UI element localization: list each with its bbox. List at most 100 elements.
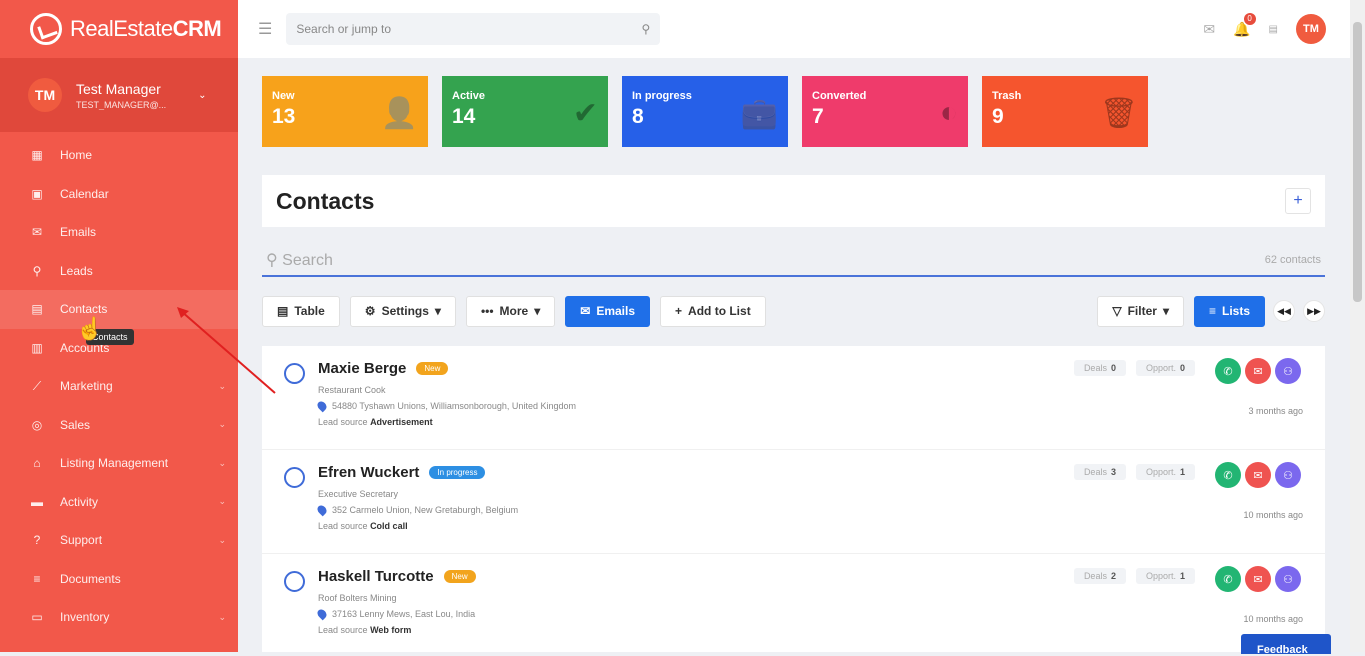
mail-icon[interactable]: ✉ [1203, 21, 1215, 38]
contacts-search-input[interactable]: ⚲ Search 62 contacts [262, 244, 1325, 277]
chevron-down-icon: ⌄ [218, 496, 226, 507]
email-icon[interactable]: ✉ [1245, 358, 1271, 384]
monitor-icon: ▭ [31, 610, 43, 625]
lead-source-value: Web form [370, 625, 412, 635]
select-checkbox[interactable] [284, 363, 305, 384]
stats-row: New 13 👤 Active 14 ✔ In progress 8 💼 Converted 7 ◐ T… [262, 76, 1148, 147]
timestamp: 3 months ago [1248, 406, 1303, 416]
caret-down-icon: ▾ [534, 304, 541, 318]
logo-icon [30, 13, 62, 45]
email-icon[interactable]: ✉ [1245, 566, 1271, 592]
lead-source-label: Lead source [318, 417, 368, 427]
chevron-down-icon: ⌄ [218, 457, 226, 468]
chevron-down-icon: ⌄ [218, 419, 226, 430]
global-search-input[interactable]: Search or jump to ⚲ [286, 13, 661, 45]
sidebar-item-listing-management[interactable]: ⌂ Listing Management ⌄ [0, 444, 238, 483]
sidebar-item-leads[interactable]: ⚲ Leads [0, 252, 238, 291]
email-icon[interactable]: ✉ [1245, 462, 1271, 488]
opportunities-chip[interactable]: Opport. 1 [1135, 568, 1195, 584]
add-person-icon[interactable]: ⚇ [1275, 566, 1301, 592]
lead-source-label: Lead source [318, 521, 368, 531]
list-icon: ≡ [33, 571, 41, 586]
building-icon: ▥ [31, 340, 43, 355]
gear-icon: ⚙ [364, 304, 376, 318]
select-checkbox[interactable] [284, 571, 305, 592]
sidebar-item-label: Activity [60, 494, 99, 509]
select-checkbox[interactable] [284, 467, 305, 488]
contact-name[interactable]: Efren Wuckert [318, 464, 419, 481]
bell-icon[interactable]: 🔔 0 [1233, 12, 1256, 38]
deals-chip[interactable]: Deals 3 [1073, 464, 1126, 480]
contact-row[interactable]: Efren Wuckert In progress Executive Secre… [262, 450, 1325, 554]
contacts-count: 62 contacts [1264, 253, 1321, 266]
phone-icon[interactable]: ✆ [1215, 462, 1241, 488]
app-logo[interactable]: RealEstateCRM [0, 0, 238, 58]
half-circle-icon: ◐ [939, 96, 958, 129]
lead-source-value: Cold call [370, 521, 408, 531]
stat-card-active[interactable]: Active 14 ✔ [442, 76, 608, 147]
plus-icon: + [675, 304, 683, 318]
lists-button[interactable]: ≡ Lists [1193, 295, 1265, 327]
phone-icon[interactable]: ✆ [1215, 566, 1241, 592]
add-person-icon[interactable]: ⚇ [1275, 462, 1301, 488]
sidebar-item-label: Sales [60, 417, 91, 432]
add-person-icon[interactable]: ⚇ [1275, 358, 1301, 384]
calendar-icon: ▣ [31, 186, 43, 201]
settings-button[interactable]: ⚙ Settings ▾ [349, 295, 456, 327]
contact-address: 352 Carmelo Union, New Gretaburgh, Belgi… [332, 505, 519, 515]
menu-icon[interactable]: ☰ [258, 19, 272, 39]
sidebar-item-emails[interactable]: ✉ Emails [0, 213, 238, 252]
add-contact-button[interactable]: + [1285, 188, 1311, 214]
contact-row[interactable]: Haskell Turcotte New Roof Bolters Mining … [262, 554, 1325, 652]
person-icon: 👤 [380, 97, 418, 130]
location-pin-icon [315, 607, 329, 621]
sidebar-item-home[interactable]: ▦ Home [0, 136, 238, 175]
contact-name[interactable]: Haskell Turcotte [318, 568, 434, 585]
opportunities-chip[interactable]: Opport. 1 [1135, 464, 1195, 480]
feedback-button[interactable]: Feedback [1241, 634, 1331, 656]
sidebar-item-inventory[interactable]: ▭ Inventory ⌄ [0, 598, 238, 637]
sidebar-item-sales[interactable]: ◎ Sales ⌄ [0, 406, 238, 445]
emails-button[interactable]: ✉ Emails [565, 295, 651, 327]
fast-forward-icon[interactable]: ▶▶ [1303, 300, 1325, 322]
opportunities-chip[interactable]: Opport. 0 [1135, 360, 1195, 376]
mail-icon: ✉ [31, 225, 43, 240]
search-icon: ⚲ [641, 22, 651, 36]
sidebar-item-activity[interactable]: ▬ Activity ⌄ [0, 483, 238, 522]
contacts-header: Contacts + [262, 175, 1325, 227]
chevron-down-icon[interactable]: ⌄ [198, 90, 206, 101]
stat-card-trash[interactable]: Trash 9 🗑 [982, 76, 1148, 147]
sidebar-item-documents[interactable]: ≡ Documents [0, 560, 238, 599]
sidebar-item-label: Home [60, 148, 93, 163]
stat-card-in-progress[interactable]: In progress 8 💼 [622, 76, 788, 147]
rewind-icon[interactable]: ◀◀ [1273, 300, 1295, 322]
scrollbar[interactable] [1350, 0, 1365, 652]
deals-chip[interactable]: Deals 0 [1073, 360, 1126, 376]
sidebar-item-calendar[interactable]: ▣ Calendar [0, 175, 238, 214]
contacts-search-placeholder: Search [282, 251, 333, 269]
phone-icon[interactable]: ✆ [1215, 358, 1241, 384]
annotation-arrow [177, 307, 276, 394]
contact-name[interactable]: Maxie Berge [318, 360, 406, 377]
trend-icon: ⟋ [32, 378, 42, 393]
house-icon: ⌂ [33, 456, 41, 471]
scrollbar-thumb[interactable] [1353, 22, 1362, 302]
stat-card-new[interactable]: New 13 👤 [262, 76, 428, 147]
user-profile[interactable]: TM Test Manager TEST_MANAGER@... ⌄ [0, 58, 238, 132]
caret-down-icon: ▾ [1162, 304, 1169, 318]
list-icon: ≡ [1208, 304, 1216, 318]
stat-card-converted[interactable]: Converted 7 ◐ [802, 76, 968, 147]
deals-chip[interactable]: Deals 2 [1073, 568, 1126, 584]
flag-icon[interactable]: ▤ [1269, 24, 1278, 35]
briefcase-icon: ▬ [31, 494, 43, 509]
top-avatar[interactable]: TM [1296, 14, 1326, 44]
status-badge: In progress [429, 466, 486, 479]
sidebar-item-support[interactable]: ? Support ⌄ [0, 521, 238, 560]
sidebar-item-label: Inventory [60, 610, 110, 625]
filter-button[interactable]: ▽ Filter ▾ [1097, 295, 1184, 327]
contact-row[interactable]: Maxie Berge New Restaurant Cook 54880 Tys… [262, 346, 1325, 450]
target-icon: ◎ [31, 417, 43, 432]
add-to-list-button[interactable]: + Add to List [660, 295, 766, 327]
more-button[interactable]: ••• More ▾ [465, 295, 556, 327]
user-email: TEST_MANAGER@... [76, 99, 167, 110]
